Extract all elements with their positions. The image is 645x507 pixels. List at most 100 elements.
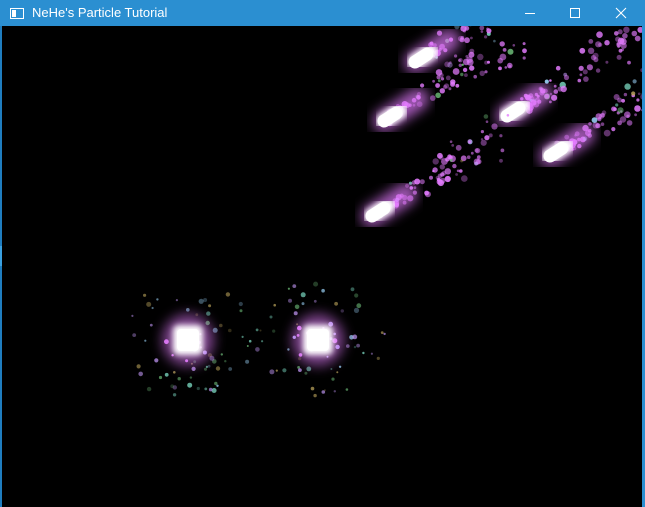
burst-particle (241, 335, 244, 338)
trail-particle (462, 58, 470, 66)
trail-particle (553, 84, 557, 88)
trail-particle (599, 113, 605, 119)
trail-particle (484, 60, 489, 65)
trail-particle (502, 48, 507, 52)
trail-particle (498, 66, 502, 71)
trail-particle (448, 87, 452, 91)
console-window-icon[interactable] (10, 6, 24, 19)
trail-particle (455, 173, 458, 176)
burst-particle (204, 387, 208, 391)
burst-particle (228, 367, 233, 371)
burst-particle (172, 393, 177, 397)
burst-particle (287, 287, 290, 290)
close-button[interactable] (598, 0, 644, 26)
trail-particle (464, 73, 468, 77)
trail-particle (620, 42, 627, 49)
trail-particle (634, 105, 641, 112)
trail-particle (600, 122, 605, 126)
trail-particle (499, 158, 503, 163)
trail-particle (443, 83, 450, 89)
trail-particle (634, 113, 637, 117)
trail-particle (419, 179, 425, 185)
burst-particle (225, 292, 231, 297)
trail-particle (604, 40, 610, 46)
burst-particle (330, 368, 333, 370)
trail-particle (507, 62, 513, 69)
title-bar[interactable]: NeHe's Particle Tutorial (0, 0, 645, 26)
burst-particle (321, 288, 325, 293)
opengl-viewport[interactable] (2, 26, 642, 507)
trail-particle (449, 140, 453, 143)
trail-particle (613, 107, 617, 111)
burst-particle (158, 375, 163, 380)
burst-particle (273, 303, 277, 307)
trail-particle (485, 120, 489, 123)
minimize-button[interactable] (507, 0, 553, 26)
burst-particle (287, 348, 290, 351)
burst-particle (269, 369, 275, 375)
trail-particle (469, 65, 475, 71)
burst-particle (208, 304, 212, 308)
trail-particle (631, 91, 636, 96)
burst-particle (370, 352, 373, 355)
burst-particle (288, 298, 292, 303)
burst-particle (143, 293, 147, 297)
trail-particle (451, 144, 455, 147)
trail-particle (551, 94, 558, 101)
trail-particle (445, 75, 451, 81)
burst-particle (212, 327, 218, 333)
burst-particle (228, 328, 232, 333)
trail-particle (579, 47, 586, 54)
trail-particle (458, 58, 463, 63)
burst-particle (175, 299, 178, 302)
trail-particle (641, 108, 642, 112)
trail-particle (627, 60, 631, 65)
trail-particle (623, 92, 628, 97)
burst-particle (356, 343, 360, 348)
trail-particle (499, 41, 505, 47)
trail-particle (592, 122, 599, 129)
trail-particle (619, 116, 627, 123)
burst-particle (224, 360, 227, 363)
trail-particle (577, 78, 582, 83)
trail-particle (637, 26, 642, 33)
burst-particle (293, 311, 298, 316)
trail-particle (477, 53, 484, 61)
burst-particle (204, 367, 207, 371)
trail-particle (493, 39, 496, 43)
burst-particle (269, 315, 273, 319)
burst-particle (336, 371, 339, 374)
trail-particle (440, 77, 445, 81)
burst-particle (211, 388, 217, 393)
burst-particle (255, 347, 260, 352)
burst-particle (255, 328, 259, 332)
burst-particle (151, 306, 154, 310)
window-title: NeHe's Particle Tutorial (32, 5, 168, 20)
trail-particle (456, 169, 460, 173)
trail-particle (587, 47, 595, 54)
trail-particle (507, 48, 514, 55)
particle-scene (131, 26, 642, 398)
trail-particle (420, 83, 425, 88)
burst-particle (294, 304, 300, 310)
trail-particle (605, 60, 609, 64)
burst-particle (354, 293, 359, 298)
burst-particle (198, 298, 204, 304)
trail-particle (464, 37, 470, 44)
burst-particle (207, 364, 211, 368)
trail-particle (437, 79, 441, 83)
maximize-button[interactable] (552, 0, 598, 26)
trail-particle (480, 30, 484, 33)
trail-particle (474, 148, 479, 153)
burst-particle (313, 393, 317, 398)
burst-particle (248, 339, 252, 343)
trail-particle (611, 127, 616, 132)
burst-particle (215, 366, 221, 371)
burst-particle (272, 329, 276, 333)
burst-particle (282, 368, 287, 373)
trail-particle (640, 68, 642, 73)
burst-particle (353, 345, 357, 349)
trail-particle (439, 164, 445, 170)
burst-particle (333, 390, 336, 393)
trail-particle (522, 56, 526, 60)
